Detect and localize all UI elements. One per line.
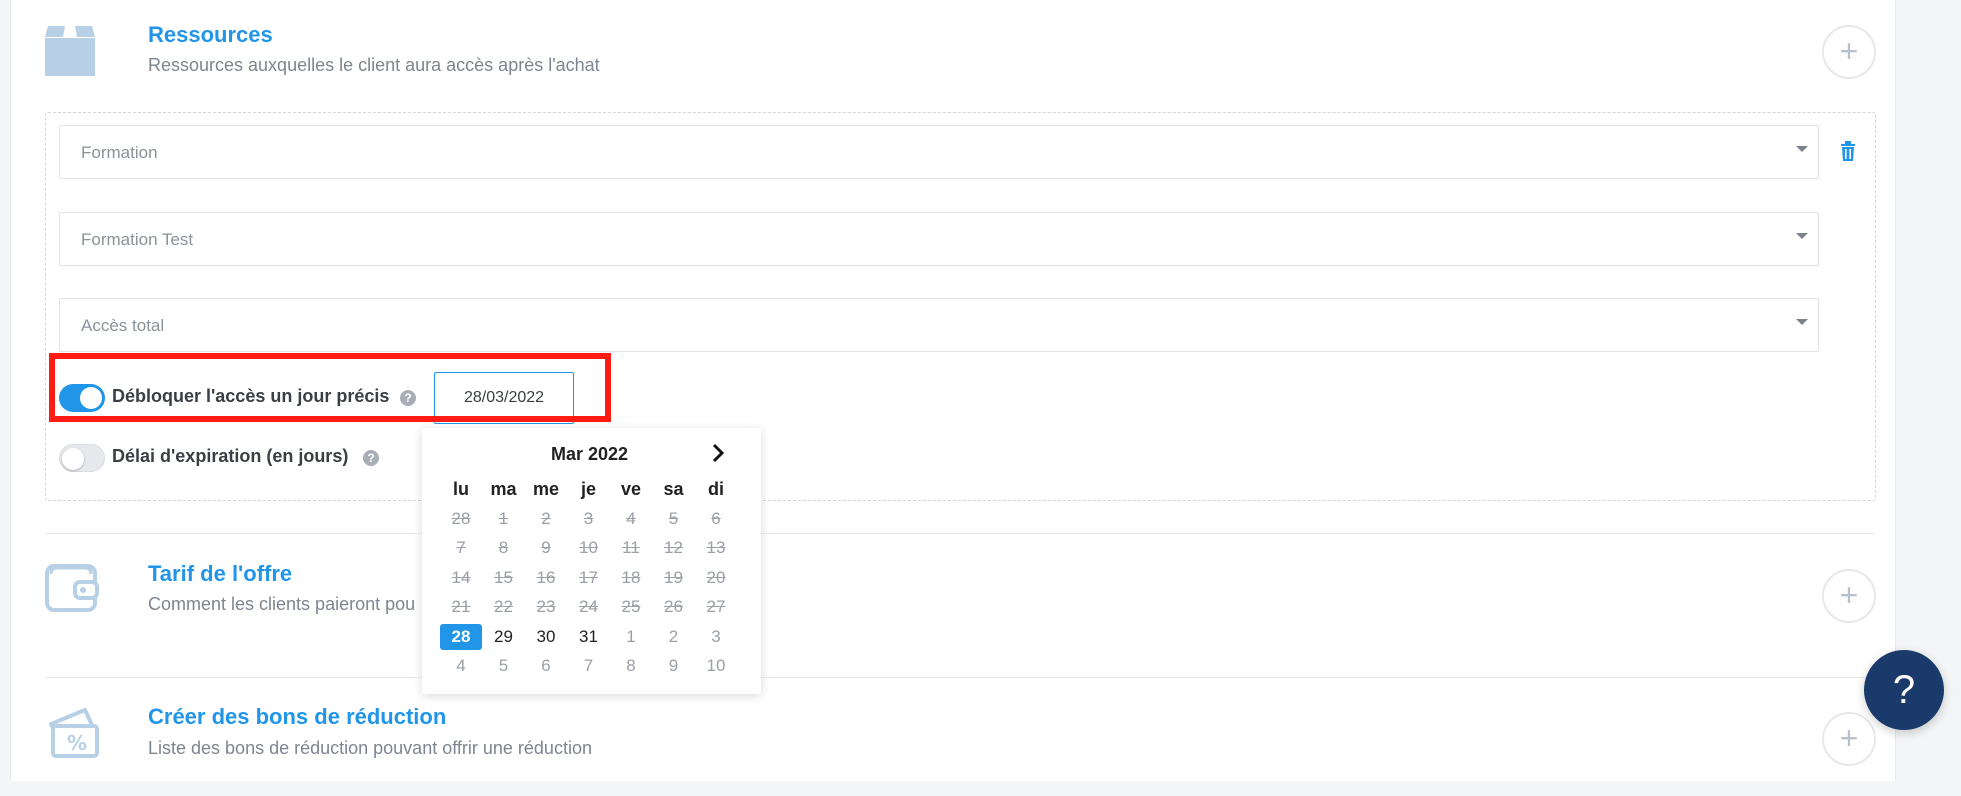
calendar-day: 6 — [711, 508, 721, 528]
resource-item-value: Formation Test — [81, 230, 194, 249]
access-type-select[interactable]: Accès total — [59, 298, 1819, 352]
calendar-day[interactable]: 30 — [525, 624, 567, 650]
calendar-day: 10 — [579, 538, 598, 557]
caret-down-icon — [1796, 146, 1808, 152]
expiry-label: Délai d'expiration (en jours) — [112, 446, 349, 466]
calendar-day: 20 — [706, 567, 726, 587]
calendar-day: 19 — [664, 567, 683, 587]
calendar-day: 28 — [451, 508, 471, 528]
calendar-weekday: me — [532, 479, 559, 499]
calendar-day: 18 — [621, 567, 641, 587]
calendar-day[interactable]: 4 — [440, 653, 482, 679]
add-tarif-button[interactable]: + — [1822, 569, 1876, 623]
offer-settings-card: Ressources Ressources auxquelles le clie… — [10, 0, 1896, 781]
bons-section-header: % Créer des bons de réduction Liste des … — [45, 704, 1885, 796]
calendar-weekday: sa — [663, 479, 684, 499]
calendar-day: 22 — [494, 597, 513, 616]
svg-text:%: % — [67, 731, 87, 755]
ressources-subtitle: Ressources auxquelles le client aura acc… — [148, 55, 600, 75]
caret-down-icon — [1796, 233, 1808, 239]
calendar-day: 2 — [541, 508, 551, 528]
calendar-day[interactable]: 6 — [525, 653, 567, 679]
calendar-day: 25 — [621, 597, 641, 616]
add-coupon-button[interactable]: + — [1822, 712, 1876, 766]
unlock-date-label: Débloquer l'accès un jour précis — [112, 386, 390, 406]
calendar-day: 23 — [536, 597, 556, 616]
calendar-weekday: je — [580, 479, 596, 499]
bons-title: Créer des bons de réduction — [148, 704, 447, 729]
calendar-day: 13 — [706, 538, 726, 557]
calendar-day[interactable]: 7 — [568, 653, 610, 679]
bons-subtitle: Liste des bons de réduction pouvant offr… — [148, 738, 592, 758]
calendar-weekday: ma — [490, 479, 517, 499]
calendar-day: 5 — [668, 508, 679, 528]
calendar-day: 11 — [622, 538, 640, 557]
calendar-month-label: Mar 2022 — [550, 444, 629, 464]
ressources-title: Ressources — [148, 22, 273, 47]
date-picker[interactable]: Mar 2022 lu ma me je ve sa di 28 1 2 3 4 5 6 7 8 9 10 11 12… — [422, 428, 761, 694]
calendar-day: 4 — [626, 508, 636, 528]
tarif-section-header: Tarif de l'offre Comment les clients pai… — [45, 561, 1885, 652]
expiry-help-icon[interactable]: ? — [363, 450, 379, 466]
calendar-day[interactable]: 31 — [568, 624, 610, 650]
unlock-date-toggle[interactable] — [59, 384, 105, 412]
toggle-knob — [62, 448, 84, 470]
tarif-title: Tarif de l'offre — [148, 561, 293, 586]
calendar-day[interactable]: 2 — [653, 624, 695, 650]
calendar-day: 21 — [451, 597, 471, 616]
calendar-day: 27 — [706, 597, 726, 616]
calendar-day[interactable]: 5 — [483, 653, 525, 679]
calendar-day: 16 — [536, 567, 556, 587]
access-type-value: Accès total — [81, 316, 165, 335]
caret-down-icon — [1796, 319, 1808, 325]
calendar-weekday: di — [708, 479, 724, 499]
calendar-day[interactable]: 10 — [695, 653, 737, 679]
calendar-day[interactable]: 29 — [483, 624, 525, 650]
tarif-subtitle: Comment les clients paieront pou — [148, 594, 416, 614]
calendar-weekday: lu — [453, 479, 469, 499]
add-resource-button[interactable]: + — [1822, 25, 1876, 79]
expiry-toggle[interactable] — [59, 444, 105, 472]
calendar-day: 24 — [579, 597, 598, 616]
toggle-knob — [80, 387, 102, 409]
wallet-icon — [45, 562, 101, 622]
calendar-day: 3 — [583, 508, 594, 528]
divider — [45, 677, 1875, 678]
calendar-day: 14 — [451, 567, 471, 587]
calendar-day: 9 — [541, 538, 551, 557]
calendar-day: 17 — [579, 567, 598, 587]
box-icon — [45, 24, 101, 84]
coupon-icon: % — [45, 706, 101, 766]
calendar-day: 8 — [498, 538, 509, 557]
resource-type-value: Formation — [81, 143, 158, 162]
resource-type-select[interactable]: Formation — [59, 125, 1819, 179]
calendar-day[interactable]: 8 — [610, 653, 652, 679]
trash-icon[interactable] — [1840, 141, 1858, 163]
resource-item-select[interactable]: Formation Test — [59, 212, 1819, 266]
calendar-day[interactable]: 1 — [610, 624, 652, 650]
calendar-weekday: ve — [620, 479, 642, 499]
unlock-help-icon[interactable]: ? — [400, 390, 416, 406]
help-chat-button[interactable]: ? — [1864, 650, 1944, 730]
chevron-right-icon[interactable] — [708, 441, 728, 465]
unlock-date-input[interactable]: 28/03/2022 — [434, 372, 574, 424]
calendar-day: 12 — [664, 538, 683, 557]
calendar-day-selected[interactable]: 28 — [440, 623, 482, 650]
calendar-day: 26 — [664, 597, 683, 616]
ressources-section-header: Ressources Ressources auxquelles le clie… — [45, 22, 1885, 114]
calendar-day: 15 — [494, 567, 513, 587]
calendar-day[interactable]: 3 — [695, 624, 737, 650]
calendar-day: 1 — [498, 508, 509, 528]
divider — [45, 533, 1875, 534]
calendar-day[interactable]: 9 — [653, 653, 695, 679]
calendar-day: 7 — [456, 538, 466, 557]
